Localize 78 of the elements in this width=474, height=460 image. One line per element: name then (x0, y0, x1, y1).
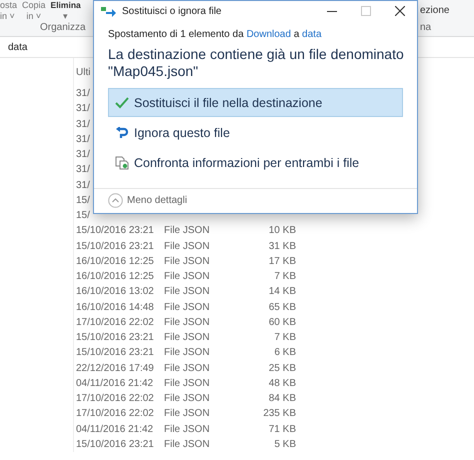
option-button[interactable]: Ignora questo file (108, 118, 403, 147)
table-cell-text: File JSON (164, 271, 211, 282)
table-cell-text: File JSON (164, 424, 211, 435)
table-cell: 31/ (76, 103, 90, 114)
table-cell-text: 16/10/2016 12:25 (76, 271, 155, 282)
table-cell: 31/ (76, 88, 90, 100)
table-cell-text: 14 KB (268, 286, 296, 298)
table-cell-text: 15/10/2016 23:21 (76, 438, 155, 450)
table-cell-text: 15/10/2016 23:21 (76, 225, 155, 236)
table-cell-text: 84 KB (268, 393, 296, 404)
maximize-icon (361, 6, 371, 16)
move-arrow-icon (101, 5, 117, 17)
ribbon-button-label[interactable]: ezione (420, 5, 450, 16)
table-cell-text: File JSON (164, 362, 211, 374)
table-cell-text: File JSON (164, 408, 211, 420)
table-cell-text: 15/10/2016 23:21 (76, 240, 155, 252)
option-button[interactable]: Confronta informazioni per entrambi i file (108, 148, 403, 177)
table-cell-text: 04/11/2016 21:42 (76, 378, 154, 389)
table-cell-text: File JSON (164, 332, 211, 344)
ribbon-group-label: na (420, 22, 432, 33)
table-cell-text: 04/11/2016 21:42 (76, 424, 154, 435)
ribbon-button[interactable]: osta in ˅ (0, 0, 18, 22)
table-cell-text: File JSON (164, 316, 211, 328)
table-cell-text: 71 KB (268, 424, 296, 435)
table-cell-text: 17/10/2016 22:02 (76, 408, 155, 420)
table-cell: 15/ (76, 194, 90, 206)
chevron-up-icon (108, 192, 123, 208)
source-link[interactable]: Download (246, 29, 291, 40)
destination-link[interactable]: data (302, 29, 322, 40)
table-cell-text: File JSON (164, 393, 211, 404)
table-cell: 15/ (76, 210, 90, 222)
table-cell-text: 65 KB (268, 302, 296, 313)
table-cell-text: 7 KB (273, 271, 296, 282)
table-cell-text: File JSON (164, 286, 211, 298)
conflict-message: La destinazione contiene già un file denominato "Map045.json" (108, 46, 405, 80)
table-cell: 31/ (76, 180, 90, 191)
table-cell-text: File JSON (164, 225, 211, 236)
table-cell-text: File JSON (164, 438, 211, 450)
column-header[interactable]: Ulti (76, 66, 90, 78)
table-cell-text: File JSON (164, 347, 211, 358)
undo-arrow-icon (115, 126, 129, 138)
table-cell-text: 60 KB (268, 316, 296, 328)
table-cell-text: 16/10/2016 13:02 (76, 286, 155, 298)
table-cell-text: File JSON (164, 302, 211, 313)
table-cell-text: 17/10/2016 22:02 (76, 316, 155, 328)
table-cell-text: 235 KB (262, 408, 296, 420)
details-toggle[interactable]: Meno dettagli (108, 192, 188, 208)
move-description: Spostamento di 1 elemento da Download a data (108, 29, 323, 40)
table-cell: 31/ (76, 118, 90, 130)
table-cell-text: 48 KB (268, 378, 296, 389)
ribbon-group-label: Organizza (40, 22, 86, 33)
compare-files-icon (115, 156, 129, 170)
close-icon (395, 6, 405, 16)
table-cell-text: 10 KB (268, 225, 296, 236)
table-cell-text: 5 KB (273, 438, 296, 450)
table-cell: 31/ (76, 164, 90, 176)
window-title: Sostituisci o ignora file (122, 6, 222, 16)
table-cell-text: File JSON (164, 240, 211, 252)
table-cell-text: 6 KB (273, 347, 296, 358)
address-path[interactable]: data (8, 42, 28, 52)
table-cell-text: 7 KB (273, 332, 296, 344)
table-cell-text: 22/12/2016 17:49 (76, 362, 155, 374)
table-cell-text: 15/10/2016 23:21 (76, 347, 155, 358)
table-cell-text: 25 KB (268, 362, 296, 374)
table-cell-text: 31 KB (268, 240, 296, 252)
table-cell-text: File JSON (164, 378, 211, 389)
table-cell: 31/ (76, 134, 90, 145)
table-cell-text: 17 KB (268, 256, 296, 267)
table-cell-text: 16/10/2016 12:25 (76, 256, 155, 267)
ribbon-button[interactable]: Copia in ˅ (22, 0, 46, 22)
table-cell-text: 15/10/2016 23:21 (76, 332, 155, 344)
table-cell-text: 17/10/2016 22:02 (76, 393, 155, 404)
table-cell-text: 16/10/2016 14:48 (76, 302, 155, 313)
table-cell: 31/ (76, 149, 90, 160)
checkmark-icon (115, 96, 129, 108)
option-button[interactable]: Sostituisci il file nella destinazione (108, 88, 403, 117)
ribbon-button[interactable]: Elimina ▾ (50, 0, 81, 22)
table-cell-text: File JSON (164, 256, 211, 267)
